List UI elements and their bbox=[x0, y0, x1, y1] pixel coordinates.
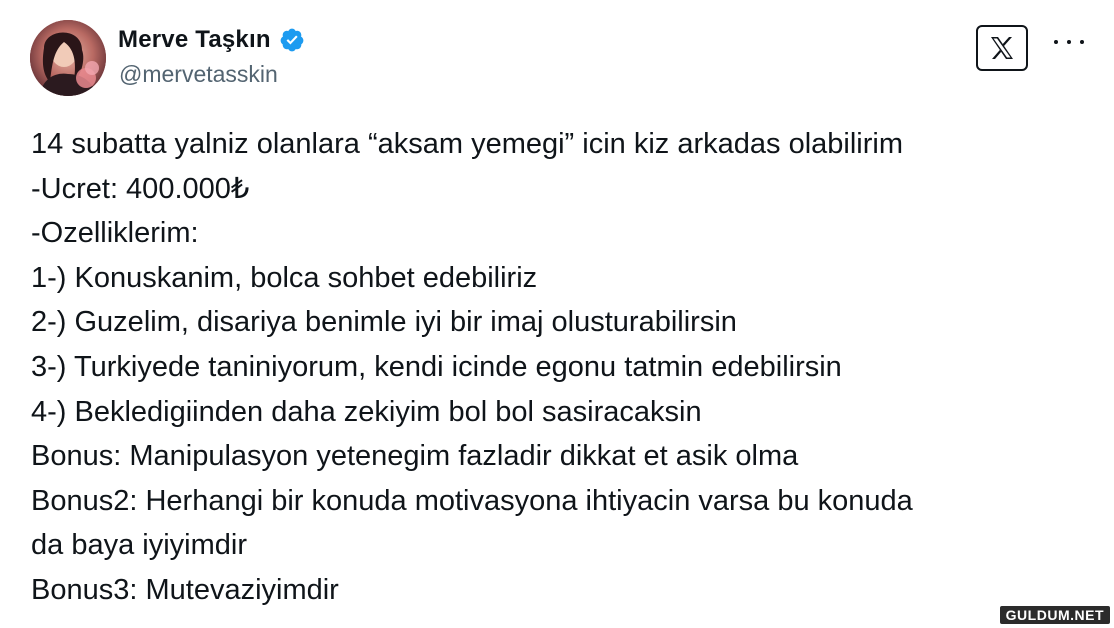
profile-photo-icon bbox=[30, 20, 106, 96]
more-options-icon[interactable] bbox=[1054, 30, 1084, 54]
tweet-line: 14 subatta yalniz olanlara “aksam yemegi… bbox=[31, 128, 903, 160]
tweet-line: da baya iyiyimdir bbox=[31, 529, 247, 562]
tweet-line: -Ozelliklerim: bbox=[31, 217, 199, 250]
more-dot bbox=[1080, 40, 1084, 44]
tweet-line: Bonus2: Herhangi bir konuda motivasyona … bbox=[31, 484, 913, 517]
more-dot bbox=[1054, 40, 1058, 44]
avatar[interactable] bbox=[30, 20, 106, 96]
author-name-row[interactable]: Merve Taşkın bbox=[118, 24, 305, 56]
author-name[interactable]: Merve Taşkın bbox=[118, 26, 271, 54]
tweet-line: Bonus3: Mutevaziyimdir bbox=[31, 573, 339, 606]
tweet-line: 2-) Guzelim, disariya benimle iyi bir im… bbox=[31, 306, 737, 339]
x-logo-icon[interactable] bbox=[976, 25, 1028, 71]
tweet-card: Merve Taşkın @mervetasskin 14 subatta ya… bbox=[0, 0, 1114, 628]
verified-badge-icon bbox=[279, 27, 305, 53]
tweet-line: 3-) Turkiyede taniniyorum, kendi icinde … bbox=[31, 350, 842, 383]
more-dot bbox=[1067, 40, 1071, 44]
tweet-text: 14 subatta yalniz olanlara “aksam yemegi… bbox=[31, 122, 1091, 613]
author-handle[interactable]: @mervetasskin bbox=[119, 61, 278, 88]
tweet-line: Bonus: Manipulasyon yetenegim fazladir d… bbox=[31, 440, 799, 473]
tweet-line: 4-) Bekledigiinden daha zekiyim bol bol … bbox=[31, 395, 702, 428]
tweet-line: -Ucret: 400.000₺ bbox=[31, 172, 250, 205]
tweet-line: 1-) Konuskanim, bolca sohbet edebiliriz bbox=[31, 261, 538, 294]
watermark: GULDUM.NET bbox=[999, 606, 1110, 624]
